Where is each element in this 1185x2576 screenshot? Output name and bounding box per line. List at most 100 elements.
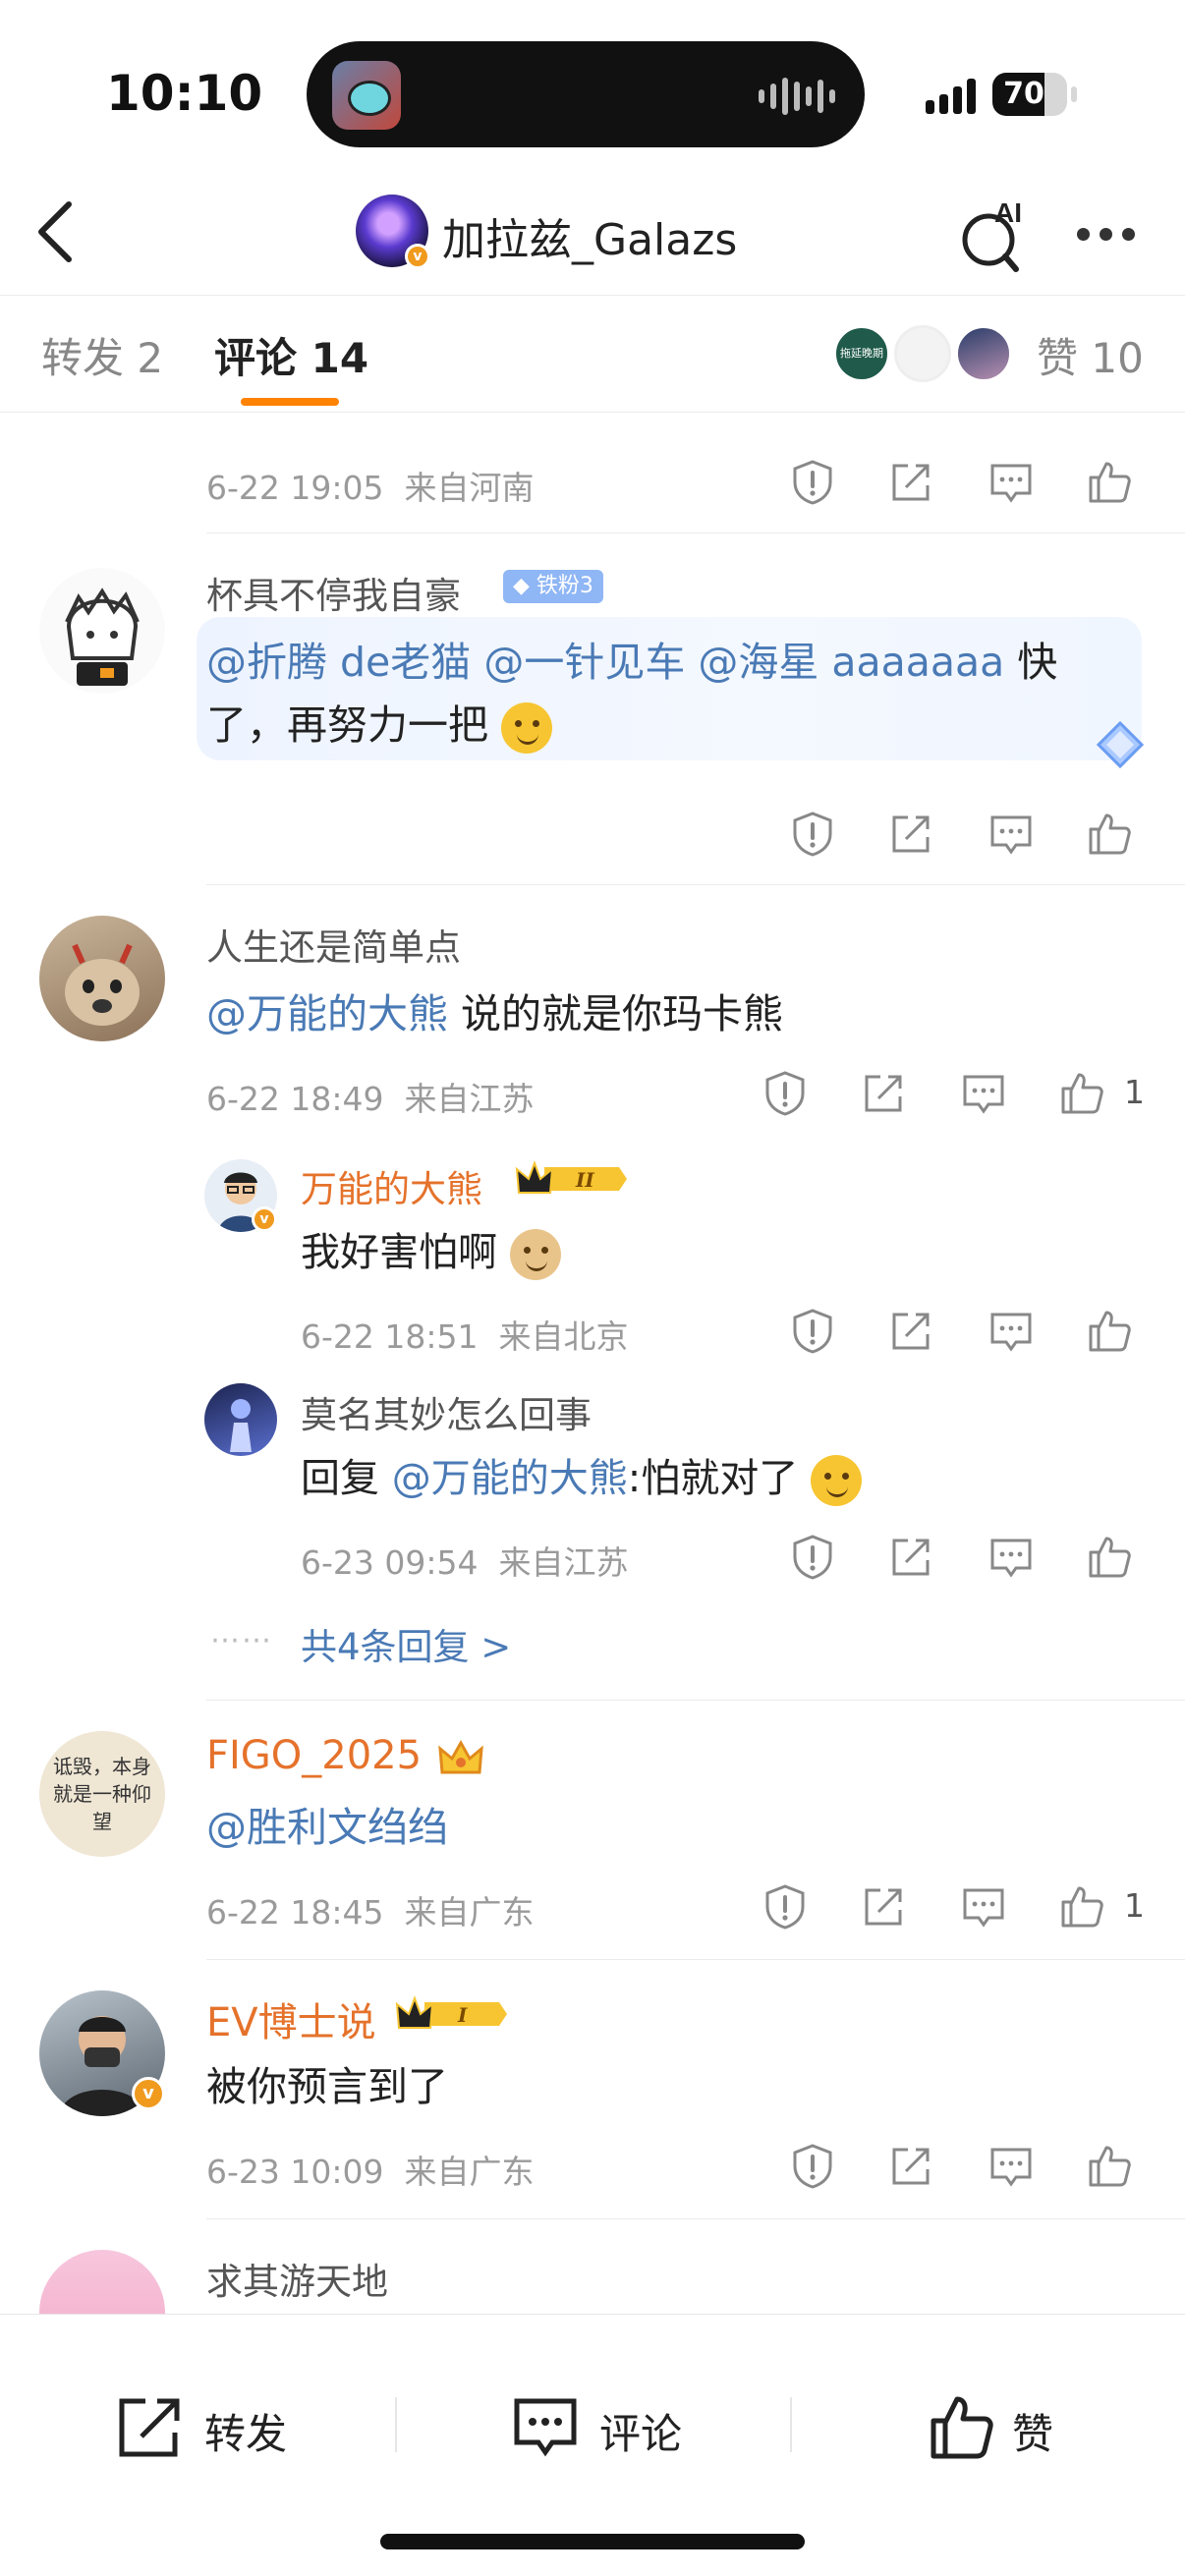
report-icon[interactable] bbox=[788, 458, 837, 507]
comment-location: 来自河南 bbox=[404, 469, 535, 507]
comment-text-tail: 快 bbox=[1004, 639, 1058, 686]
page-title[interactable]: 加拉兹_Galazs bbox=[442, 204, 737, 267]
share-icon[interactable] bbox=[886, 458, 935, 507]
reply-icon[interactable] bbox=[987, 1533, 1036, 1582]
comment-label: 评论 bbox=[599, 2410, 683, 2458]
report-icon[interactable] bbox=[788, 810, 837, 859]
divider bbox=[395, 2397, 397, 2452]
liker-avatar bbox=[894, 325, 951, 382]
commenter-name[interactable]: FIGO_2025 bbox=[206, 1733, 422, 1778]
comment-location: 来自江苏 bbox=[404, 1080, 535, 1118]
like-icon[interactable] bbox=[1057, 1882, 1106, 1932]
mention-link[interactable]: @万能的大熊 bbox=[206, 990, 448, 1037]
like-icon[interactable] bbox=[1085, 2142, 1134, 2191]
island-app-icon bbox=[332, 61, 401, 130]
reply-meta: 6-23 09:54 来自江苏 bbox=[301, 1537, 628, 1584]
back-icon[interactable] bbox=[28, 195, 86, 269]
author-avatar[interactable]: v bbox=[356, 195, 430, 269]
active-tab-indicator bbox=[241, 398, 339, 406]
diamond-icon bbox=[1093, 717, 1148, 772]
replier-name[interactable]: 万能的大熊 bbox=[301, 1159, 482, 1212]
ai-label: AI bbox=[994, 197, 1022, 228]
divider bbox=[206, 532, 1185, 533]
comment-text-content: 了，再努力一把 bbox=[206, 701, 488, 749]
mention-link[interactable]: @万能的大熊 bbox=[392, 1456, 628, 1501]
report-icon[interactable] bbox=[788, 1307, 837, 1356]
reply-location: 来自北京 bbox=[498, 1317, 629, 1356]
like-count: 1 bbox=[1124, 1073, 1145, 1111]
divider bbox=[206, 884, 1185, 885]
comment-icon bbox=[514, 2398, 577, 2457]
commenter-name[interactable]: 杯具不停我自豪 bbox=[206, 566, 461, 619]
reply-icon[interactable] bbox=[987, 2142, 1036, 2191]
reply-text: 回复 @万能的大熊:怕就对了 bbox=[301, 1446, 862, 1506]
status-time: 10:10 bbox=[106, 65, 263, 122]
more-replies-link[interactable]: 共4条回复 > bbox=[301, 1617, 511, 1670]
report-icon[interactable] bbox=[788, 1533, 837, 1582]
tab-likes[interactable]: 赞 10 bbox=[1037, 325, 1144, 385]
replier-name[interactable]: 莫名其妙怎么回事 bbox=[301, 1385, 592, 1438]
share-icon[interactable] bbox=[886, 810, 935, 859]
reply-icon[interactable] bbox=[959, 1069, 1008, 1118]
commenter-avatar[interactable]: 诋毁，本身就是一种仰望 bbox=[39, 1731, 165, 1857]
comment-button[interactable]: 评论 bbox=[511, 2393, 707, 2472]
ai-search-icon[interactable]: AI bbox=[959, 196, 1038, 275]
comment-text-line2: 了，再努力一把 bbox=[206, 692, 553, 754]
reply-meta: 6-22 18:51 来自北京 bbox=[301, 1311, 628, 1358]
liker-avatar: 拖延晚期 bbox=[833, 325, 890, 382]
report-icon[interactable] bbox=[761, 1882, 810, 1932]
share-icon[interactable] bbox=[886, 2142, 935, 2191]
mention-link[interactable]: @胜利文绉绉 bbox=[206, 1804, 448, 1851]
reply-icon[interactable] bbox=[987, 810, 1036, 859]
reply-prefix: 回复 bbox=[301, 1456, 392, 1501]
divider bbox=[790, 2397, 792, 2452]
reply-time: 6-22 18:51 bbox=[301, 1317, 479, 1356]
like-icon[interactable] bbox=[1085, 458, 1134, 507]
commenter-avatar[interactable] bbox=[39, 568, 165, 694]
share-icon[interactable] bbox=[886, 1307, 935, 1356]
comment-time: 6-22 18:45 bbox=[206, 1893, 384, 1932]
more-options-icon[interactable] bbox=[1071, 224, 1140, 244]
reply-actions bbox=[788, 1307, 1161, 1356]
status-bar: 10:10 70 bbox=[0, 0, 1185, 167]
like-icon[interactable] bbox=[1085, 1307, 1134, 1356]
comment-location: 来自广东 bbox=[404, 1893, 535, 1932]
reply-text: 我好害怕啊 bbox=[301, 1220, 561, 1280]
divider bbox=[206, 1700, 1185, 1701]
liker-avatar-text: 拖延晚期 bbox=[840, 347, 883, 360]
verified-badge-icon: v bbox=[405, 244, 430, 269]
share-icon[interactable] bbox=[886, 1533, 935, 1582]
like-icon[interactable] bbox=[1085, 1533, 1134, 1582]
comment-meta: 6-22 18:49 来自江苏 bbox=[206, 1073, 534, 1120]
like-icon[interactable] bbox=[1057, 1069, 1106, 1118]
like-icon[interactable] bbox=[1085, 810, 1134, 859]
commenter-avatar[interactable] bbox=[39, 2250, 165, 2314]
more-replies-dots: ⋯⋯ bbox=[210, 1623, 273, 1657]
commenter-name[interactable]: 求其游天地 bbox=[206, 2252, 388, 2305]
commenter-name[interactable]: EV博士说 bbox=[206, 1990, 376, 2047]
replier-avatar[interactable] bbox=[204, 1383, 277, 1456]
home-indicator bbox=[380, 2534, 805, 2549]
reply-icon[interactable] bbox=[987, 1307, 1036, 1356]
reply-location: 来自江苏 bbox=[498, 1543, 629, 1582]
report-icon[interactable] bbox=[761, 1069, 810, 1118]
reply-icon[interactable] bbox=[987, 458, 1036, 507]
mention-links[interactable]: @折腾 de老猫 @一针见车 @海星 aaaaaaa bbox=[206, 639, 1004, 686]
like-icon bbox=[931, 2396, 993, 2459]
commenter-avatar[interactable] bbox=[39, 916, 165, 1041]
repost-button[interactable]: 转发 bbox=[116, 2393, 312, 2472]
comment-time: 6-22 18:49 bbox=[206, 1080, 384, 1118]
comment-meta: 6-23 10:09 来自广东 bbox=[206, 2146, 534, 2193]
tab-repost[interactable]: 转发 2 bbox=[41, 325, 163, 385]
share-icon[interactable] bbox=[859, 1882, 908, 1932]
commenter-name[interactable]: 人生还是简单点 bbox=[206, 918, 461, 971]
like-button[interactable]: 赞 bbox=[928, 2393, 1085, 2472]
like-label: 赞 bbox=[1012, 2410, 1054, 2458]
report-icon[interactable] bbox=[788, 2142, 837, 2191]
dynamic-island[interactable] bbox=[307, 41, 865, 147]
thinking-emoji-icon bbox=[501, 702, 553, 754]
share-icon[interactable] bbox=[859, 1069, 908, 1118]
reply-icon[interactable] bbox=[959, 1882, 1008, 1932]
tab-comments[interactable]: 评论 14 bbox=[214, 325, 368, 385]
reply-time: 6-23 09:54 bbox=[301, 1543, 479, 1582]
